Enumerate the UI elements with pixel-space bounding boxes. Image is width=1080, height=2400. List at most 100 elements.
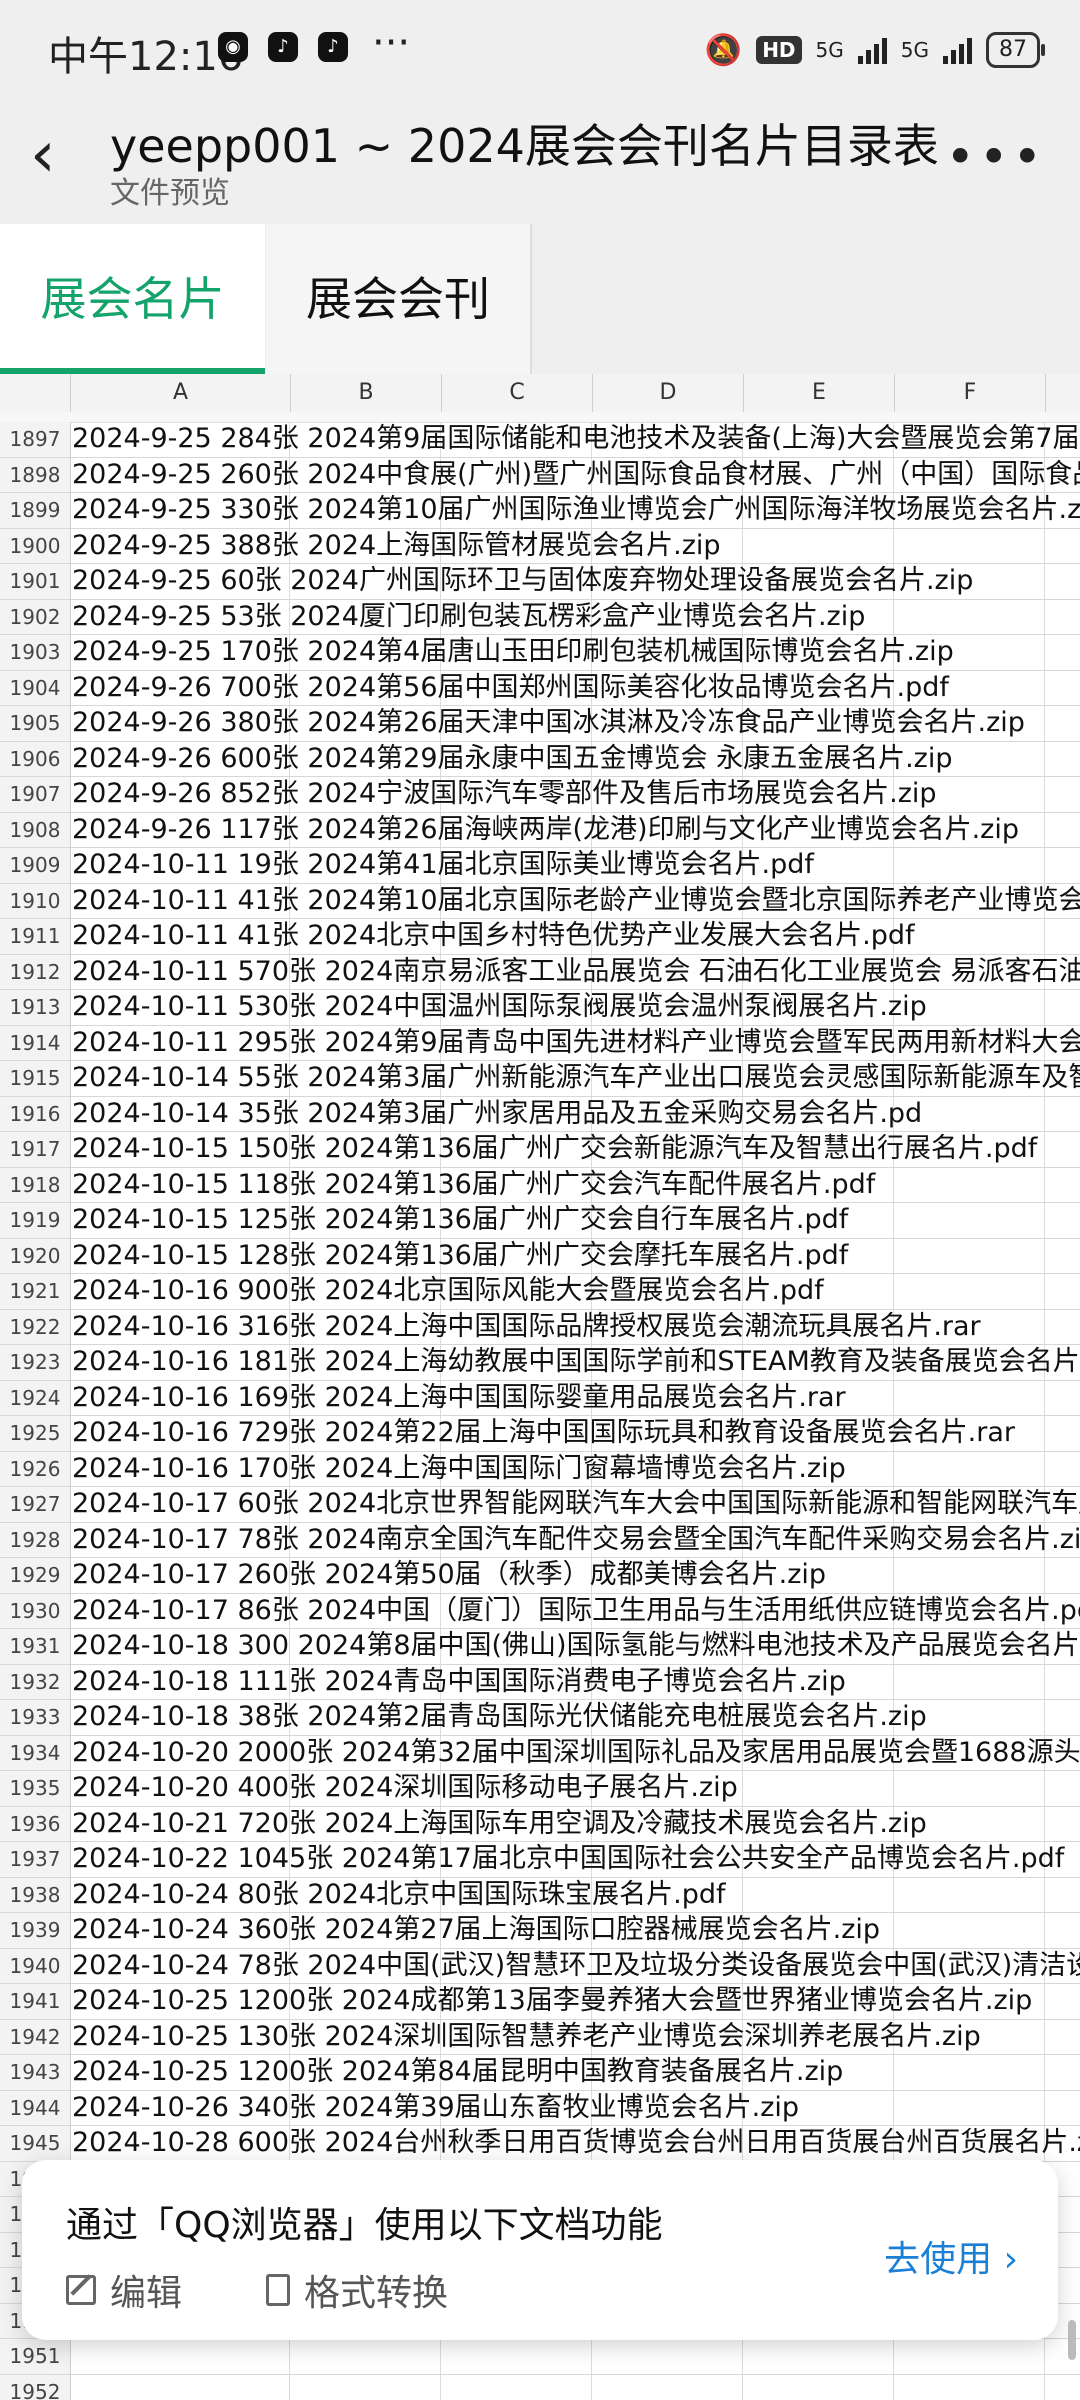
row-number[interactable]: 1921 (0, 1274, 71, 1309)
cell-a[interactable]: 2024-10-15 118张 2024第136届广州广交会汽车配件展名片.pd… (72, 1168, 875, 1202)
table-row[interactable]: 1941 2024-10-25 1200张 2024成都第13届李曼养猪大会暨世界… (0, 1984, 1080, 2020)
table-row[interactable]: 1908 2024-9-26 117张 2024第26届海峡两岸(龙港)印刷与文化… (0, 812, 1080, 848)
cell-a[interactable]: 2024-9-26 700张 2024第56届中国郑州国际美容化妆品博览会名片.… (72, 671, 949, 705)
select-all-corner[interactable] (0, 374, 71, 412)
table-row[interactable]: 1928 2024-10-17 78张 2024南京全国汽车配件交易会暨全国汽车配… (0, 1522, 1080, 1558)
column-header[interactable]: C (442, 374, 593, 412)
cell-a[interactable]: 2024-10-25 1200张 2024第84届昆明中国教育装备展名片.zip (72, 2055, 843, 2089)
row-number[interactable]: 1945 (0, 2126, 71, 2161)
cell-a[interactable]: 2024-10-26 340张 2024第39届山东畜牧业博览会名片.zip (72, 2091, 799, 2125)
cell-a[interactable]: 2024-10-24 80张 2024北京中国国际珠宝展名片.pdf (72, 1878, 726, 1912)
table-row[interactable]: 1937 2024-10-22 1045张 2024第17届北京中国国际社会公共安… (0, 1842, 1080, 1878)
cell-a[interactable]: 2024-10-25 130张 2024深圳国际智慧养老产业博览会深圳养老展名片… (72, 2020, 981, 2054)
table-row[interactable]: 1905 2024-9-26 380张 2024第26届天津中国冰淇淋及冷冻食品产… (0, 706, 1080, 742)
row-number[interactable]: 1920 (0, 1238, 71, 1273)
row-number[interactable]: 1931 (0, 1629, 71, 1664)
cell-a[interactable]: 2024-10-17 78张 2024南京全国汽车配件交易会暨全国汽车配件采购交… (72, 1523, 1080, 1557)
cell-a[interactable]: 2024-10-20 400张 2024深圳国际移动电子展名片.zip (72, 1771, 738, 1805)
row-number[interactable]: 1913 (0, 990, 71, 1025)
row-number[interactable]: 1923 (0, 1345, 71, 1380)
convert-action[interactable]: 格式转换 (266, 2264, 448, 2316)
cell-a[interactable]: 2024-9-26 117张 2024第26届海峡两岸(龙港)印刷与文化产业博览… (72, 813, 1019, 847)
table-row[interactable]: 1906 2024-9-26 600张 2024第29届永康中国五金博览会 永康五… (0, 741, 1080, 777)
cell-a[interactable]: 2024-10-21 720张 2024上海国际车用空调及冷藏技术展览会名片.z… (72, 1807, 927, 1841)
table-row[interactable]: 1936 2024-10-21 720张 2024上海国际车用空调及冷藏技术展览会… (0, 1806, 1080, 1842)
row-number[interactable]: 1914 (0, 1025, 71, 1060)
cell-a[interactable]: 2024-9-26 852张 2024宁波国际汽车零部件及售后市场展览会名片.z… (72, 777, 937, 811)
row-number[interactable]: 1939 (0, 1913, 71, 1948)
cell-a[interactable]: 2024-10-18 38张 2024第2届青岛国际光伏储能充电桩展览会名片.z… (72, 1700, 927, 1734)
cell-a[interactable]: 2024-10-17 86张 2024中国（厦门）国际卫生用品与生活用纸供应链博… (72, 1594, 1080, 1628)
table-row[interactable]: 1903 2024-9-25 170张 2024第4届唐山玉田印刷包装机械国际博览… (0, 635, 1080, 671)
more-options-button[interactable]: ••• (946, 128, 1046, 186)
row-number[interactable]: 1917 (0, 1132, 71, 1167)
cell-a[interactable]: 2024-10-11 295张 2024第9届青岛中国先进材料产业博览会暨军民两… (72, 1026, 1080, 1060)
table-row[interactable]: 1939 2024-10-24 360张 2024第27届上海国际口腔器械展览会名… (0, 1913, 1080, 1949)
table-row[interactable]: 1907 2024-9-26 852张 2024宁波国际汽车零部件及售后市场展览会… (0, 777, 1080, 813)
cell-a[interactable]: 2024-9-25 284张 2024第9届国际储能和电池技术及装备(上海)大会… (72, 422, 1080, 456)
row-number[interactable]: 1927 (0, 1487, 71, 1522)
row-number[interactable]: 1901 (0, 564, 71, 599)
row-number[interactable]: 1932 (0, 1664, 71, 1699)
row-number[interactable]: 1908 (0, 812, 71, 847)
row-number[interactable]: 1938 (0, 1877, 71, 1912)
cell-a[interactable]: 2024-9-25 60张 2024广州国际环卫与固体废弃物处理设备展览会名片.… (72, 564, 973, 598)
cell-a[interactable]: 2024-10-18 300 2024第8届中国(佛山)国际氢能与燃料电池技术及… (72, 1629, 1080, 1663)
table-row[interactable]: 1926 2024-10-16 170张 2024上海中国国际门窗幕墙博览会名片.… (0, 1451, 1080, 1487)
table-row[interactable]: 1927 2024-10-17 60张 2024北京世界智能网联汽车大会中国国际新… (0, 1487, 1080, 1523)
column-header[interactable]: B (291, 374, 442, 412)
row-number[interactable]: 1928 (0, 1522, 71, 1557)
row-number[interactable]: 1916 (0, 1096, 71, 1131)
row-number[interactable]: 1930 (0, 1593, 71, 1628)
cell-a[interactable]: 2024-10-24 78张 2024中国(武汉)智慧环卫及垃圾分类设备展览会中… (72, 1949, 1080, 1983)
row-number[interactable]: 1951 (0, 2339, 71, 2374)
row-number[interactable]: 1897 (0, 422, 71, 457)
table-row[interactable]: 1923 2024-10-16 181张 2024上海幼教展中国国际学前和STEA… (0, 1345, 1080, 1381)
row-number[interactable]: 1906 (0, 741, 71, 776)
cell-a[interactable]: 2024-10-16 169张 2024上海中国国际婴童用品展览会名片.rar (72, 1381, 846, 1415)
row-number[interactable]: 1941 (0, 1984, 71, 2019)
row-number[interactable]: 1918 (0, 1167, 71, 1202)
table-row[interactable]: 1897 2024-9-25 284张 2024第9届国际储能和电池技术及装备(上… (0, 422, 1080, 458)
cell-a[interactable]: 2024-10-15 128张 2024第136届广州广交会摩托车展名片.pdf (72, 1239, 848, 1273)
table-row[interactable]: 1917 2024-10-15 150张 2024第136届广州广交会新能源汽车及… (0, 1132, 1080, 1168)
table-row[interactable]: 1913 2024-10-11 530张 2024中国温州国际泵阀展览会温州泵阀展… (0, 990, 1080, 1026)
row-number[interactable]: 1915 (0, 1061, 71, 1096)
table-row[interactable]: 1945 2024-10-28 600张 2024台州秋季日用百货博览会台州日用百… (0, 2126, 1080, 2162)
table-row[interactable]: 1952 (0, 2374, 1080, 2400)
table-row[interactable]: 1931 2024-10-18 300 2024第8届中国(佛山)国际氢能与燃料电… (0, 1629, 1080, 1665)
row-number[interactable]: 1900 (0, 528, 71, 563)
cell-a[interactable]: 2024-10-17 260张 2024第50届（秋季）成都美博会名片.zip (72, 1558, 826, 1592)
table-row[interactable]: 1933 2024-10-18 38张 2024第2届青岛国际光伏储能充电桩展览会… (0, 1700, 1080, 1736)
cell-a[interactable]: 2024-10-11 41张 2024第10届北京国际老龄产业博览会暨北京国际养… (72, 884, 1080, 918)
scrollbar[interactable] (1068, 2320, 1076, 2360)
row-number[interactable]: 1936 (0, 1806, 71, 1841)
table-row[interactable]: 1943 2024-10-25 1200张 2024第84届昆明中国教育装备展名片… (0, 2055, 1080, 2091)
row-number[interactable]: 1944 (0, 2090, 71, 2125)
row-number[interactable]: 1935 (0, 1771, 71, 1806)
row-number[interactable]: 1937 (0, 1842, 71, 1877)
table-row[interactable]: 1904 2024-9-26 700张 2024第56届中国郑州国际美容化妆品博览… (0, 670, 1080, 706)
table-row[interactable]: 1899 2024-9-25 330张 2024第10届广州国际渔业博览会广州国际… (0, 493, 1080, 529)
cell-a[interactable]: 2024-10-24 360张 2024第27届上海国际口腔器械展览会名片.zi… (72, 1913, 880, 1947)
row-number[interactable]: 1942 (0, 2019, 71, 2054)
row-number[interactable]: 1929 (0, 1558, 71, 1593)
table-row[interactable]: 1951 (0, 2339, 1080, 2375)
row-number[interactable]: 1919 (0, 1203, 71, 1238)
table-row[interactable]: 1914 2024-10-11 295张 2024第9届青岛中国先进材料产业博览会… (0, 1025, 1080, 1061)
row-number[interactable]: 1909 (0, 848, 71, 883)
cell-a[interactable]: 2024-10-11 19张 2024第41届北京国际美业博览会名片.pdf (72, 848, 814, 882)
row-number[interactable]: 1911 (0, 919, 71, 954)
row-number[interactable]: 1903 (0, 635, 71, 670)
row-number[interactable]: 1899 (0, 493, 71, 528)
table-row[interactable]: 1929 2024-10-17 260张 2024第50届（秋季）成都美博会名片.… (0, 1558, 1080, 1594)
cell-a[interactable]: 2024-10-14 55张 2024第3届广州新能源汽车产业出口展览会灵感国际… (72, 1061, 1080, 1095)
table-row[interactable]: 1915 2024-10-14 55张 2024第3届广州新能源汽车产业出口展览会… (0, 1061, 1080, 1097)
cell-a[interactable]: 2024-10-16 316张 2024上海中国国际品牌授权展览会潮流玩具展名片… (72, 1310, 981, 1344)
table-row[interactable]: 1900 2024-9-25 388张 2024上海国际管材展览会名片.zip (0, 528, 1080, 564)
table-row[interactable]: 1942 2024-10-25 130张 2024深圳国际智慧养老产业博览会深圳养… (0, 2019, 1080, 2055)
row-number[interactable]: 1898 (0, 457, 71, 492)
row-number[interactable]: 1933 (0, 1700, 71, 1735)
table-row[interactable]: 1932 2024-10-18 111张 2024青岛中国国际消费电子博览会名片.… (0, 1664, 1080, 1700)
table-row[interactable]: 1919 2024-10-15 125张 2024第136届广州广交会自行车展名片… (0, 1203, 1080, 1239)
